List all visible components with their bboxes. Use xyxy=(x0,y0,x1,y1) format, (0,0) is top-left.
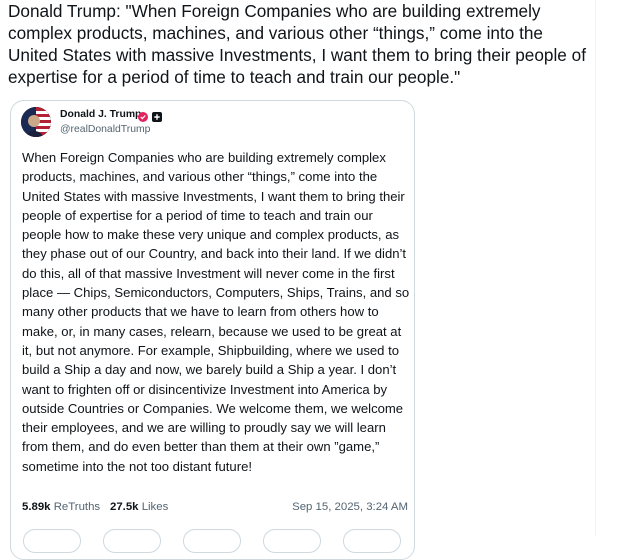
post-stats: 5.89k ReTruths 27.5k Likes Sep 15, 2025,… xyxy=(22,501,408,519)
verified-badge-icon xyxy=(138,109,148,122)
retruth-action-button[interactable] xyxy=(103,529,161,553)
post-body: When Foreign Companies who are building … xyxy=(22,150,410,474)
tweet-text: Donald Trump: "When Foreign Companies wh… xyxy=(8,1,586,87)
timeline-divider xyxy=(595,0,596,536)
post-timestamp[interactable]: Sep 15, 2025, 3:24 AM xyxy=(292,501,408,513)
retruths-label: ReTruths xyxy=(53,501,101,513)
author-handle[interactable]: @realDonaldTrump xyxy=(60,124,150,135)
affiliate-badge-icon xyxy=(152,109,162,122)
embedded-post-card[interactable]: Donald J. Trump @realDonaldTrump When Fo… xyxy=(10,100,415,560)
likes-count: 27.5k xyxy=(110,501,139,513)
reply-action-button[interactable] xyxy=(23,529,81,553)
retruths-count: 5.89k xyxy=(22,501,51,513)
likes-stat[interactable]: 27.5k Likes xyxy=(110,501,168,513)
share-action-button[interactable] xyxy=(263,529,321,553)
avatar[interactable] xyxy=(21,107,51,137)
like-action-button[interactable] xyxy=(183,529,241,553)
author-name[interactable]: Donald J. Trump xyxy=(60,109,141,120)
more-action-button[interactable] xyxy=(343,529,401,553)
likes-label: Likes xyxy=(141,501,169,513)
retruths-stat[interactable]: 5.89k ReTruths xyxy=(22,501,100,513)
